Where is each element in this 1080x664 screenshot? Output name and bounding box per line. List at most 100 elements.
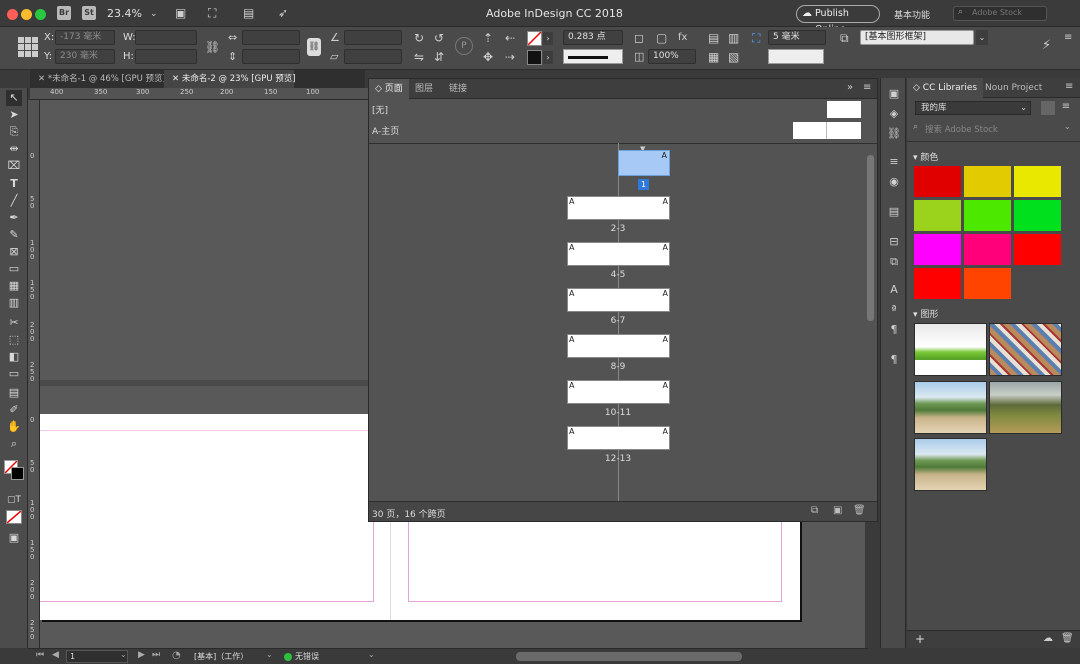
workspace-switcher[interactable]: 基本功能 [894,8,930,21]
stock-search-box[interactable]: ⌕ Adobe Stock [953,6,1047,21]
color-swatch[interactable] [914,268,961,299]
rectangle-frame-tool-icon[interactable]: ⊠ [6,244,22,260]
link-proportions-icon[interactable]: ⛓ [205,40,220,54]
layers-panel-icon[interactable]: ◈ [885,106,903,122]
graphic-landscape-thumb-1[interactable] [914,381,987,434]
select-container-icon[interactable]: ⇡ [483,31,493,45]
free-transform-tool-icon[interactable]: ⬚ [6,332,22,348]
swatches-panel-icon[interactable]: ◉ [885,174,903,190]
scale-x-field[interactable] [242,30,300,45]
select-previous-icon[interactable]: ⇠ [505,31,515,45]
color-swatch[interactable] [914,200,961,231]
line-tool-icon[interactable]: ╱ [6,193,22,209]
chevron-down-icon[interactable]: ⌄ [976,30,988,45]
links-panel-icon[interactable]: ⛓ [885,126,903,142]
quick-apply-icon[interactable]: ⚡ [1042,39,1051,53]
pathfinder-panel-icon[interactable]: ⧉ [885,254,903,270]
trash-icon[interactable]: 🗑 [853,505,866,516]
stroke-color-icon[interactable] [11,467,24,480]
grid-tool-icon[interactable]: ▥ [6,295,22,311]
edit-page-size-icon[interactable]: ⧉ [811,505,818,516]
chevron-down-icon[interactable]: ⌄ [368,650,375,659]
color-swatch[interactable] [964,268,1011,299]
colors-section-header[interactable]: ▾ 颜色 [913,150,938,163]
tab-layers[interactable]: 图层 [409,79,439,99]
page-number-field[interactable]: 1 [66,650,128,663]
color-swatch[interactable] [1014,166,1061,197]
spread-thumb[interactable]: AA [567,334,670,358]
flip-vertical-icon[interactable]: ⇵ [434,50,444,64]
screen-mode-tool-icon[interactable]: ▣ [6,530,22,546]
zoom-level[interactable]: 23.4% [107,7,142,20]
screen-mode-icon[interactable]: ⛶ [208,6,216,20]
cloud-sync-icon[interactable]: ☁ [1043,633,1053,644]
first-page-icon[interactable]: ⏮ [36,650,44,660]
color-swatch[interactable] [914,234,961,265]
scissors-tool-icon[interactable]: ✂ [6,315,22,331]
table-tool-icon[interactable]: ▦ [6,278,22,294]
close-icon[interactable]: ✕ [172,74,182,84]
rotate-ccw-icon[interactable]: ↺ [434,31,444,45]
chevron-down-icon[interactable]: ⌄ [150,7,158,21]
x-position-field[interactable]: -173 毫米 [55,30,115,45]
next-page-icon[interactable]: ▶ [138,650,145,660]
reference-point-icon[interactable] [18,37,38,57]
collapse-panel-icon[interactable]: » [847,82,853,93]
close-window-button[interactable] [7,9,18,20]
fill-menu-arrow[interactable]: › [543,32,553,45]
formatting-affects-container-icon[interactable]: ▢T [6,492,22,508]
stock-search-field[interactable]: ⌕ 搜索 Adobe Stock ⌄ [911,122,1075,137]
effects-panel-icon[interactable]: ▢ [656,31,667,45]
note-tool-icon[interactable]: ▤ [6,385,22,401]
graphic-landscape-thumb-3[interactable] [914,438,987,491]
panel-menu-icon[interactable]: ≡ [1064,31,1072,45]
hand-tool-icon[interactable]: ✋ [6,419,22,435]
close-icon[interactable]: ✕ [38,74,48,84]
color-swatch[interactable] [964,166,1011,197]
auto-fit-icon[interactable]: ⛶ [752,31,760,45]
object-style-dropdown[interactable]: [基本图形框架] [860,30,974,45]
shear-field[interactable] [344,49,402,64]
eyedropper-tool-icon[interactable]: ✐ [6,402,22,418]
gradient-swatch-tool-icon[interactable]: ◧ [6,349,22,365]
align-panel-icon[interactable]: ⊟ [885,234,903,250]
stroke-type-dropdown[interactable] [563,49,623,64]
pages-panel-icon[interactable]: ▣ [885,86,903,102]
stroke-weight-field[interactable]: 0.283 点 [563,30,623,45]
gap-tool-icon[interactable]: ⇹ [6,141,22,157]
height-field[interactable] [135,49,197,64]
a-master-label[interactable]: A-主页 [372,124,399,137]
y-position-field[interactable]: 230 毫米 [55,49,115,64]
select-content-down-icon[interactable]: ✥ [483,50,493,64]
stroke-swatch[interactable] [527,50,542,65]
spread-thumb[interactable]: AA [567,288,670,312]
select-content-icon[interactable]: P [455,37,473,55]
content-collector-icon[interactable]: ⌧ [6,158,22,174]
width-field[interactable] [135,30,197,45]
publish-online-button[interactable]: ☁ Publish Online [796,5,880,35]
none-master-label[interactable]: [无] [372,103,388,116]
share-icon[interactable]: ➶ [278,6,288,20]
graphics-section-header[interactable]: ▾ 图形 [913,307,938,320]
previous-page-icon[interactable]: ◀ [52,650,59,660]
spread-thumb[interactable]: AA [567,380,670,404]
text-wrap-none-icon[interactable]: ▤ [708,31,719,45]
new-page-icon[interactable]: ▣ [833,505,842,516]
tab-pages[interactable]: ◇ 页面 [369,79,409,99]
tab-cc-libraries[interactable]: ◇ CC Libraries [907,78,984,98]
bridge-icon[interactable]: Br [57,6,71,20]
none-master-thumb[interactable] [827,101,861,118]
arrange-documents-icon[interactable]: ▤ [243,6,254,20]
open-in-window-icon[interactable]: ◔ [172,650,181,661]
paragraph-panel-icon[interactable]: ¶ [885,352,903,368]
pages-scrollbar[interactable] [867,155,874,321]
view-options-icon[interactable]: ▣ [175,6,186,20]
color-swatch[interactable] [1014,234,1061,265]
color-swatch[interactable] [914,166,961,197]
paragraph-styles-icon[interactable]: ¶ [885,322,903,338]
text-wrap-jump-icon[interactable]: ▧ [728,50,739,64]
add-content-icon[interactable]: + [915,632,925,646]
graphic-landscape-thumb-2[interactable] [989,381,1062,434]
horizontal-scrollbar[interactable] [516,652,742,661]
zoom-tool-icon[interactable]: ⌕ [6,436,22,452]
